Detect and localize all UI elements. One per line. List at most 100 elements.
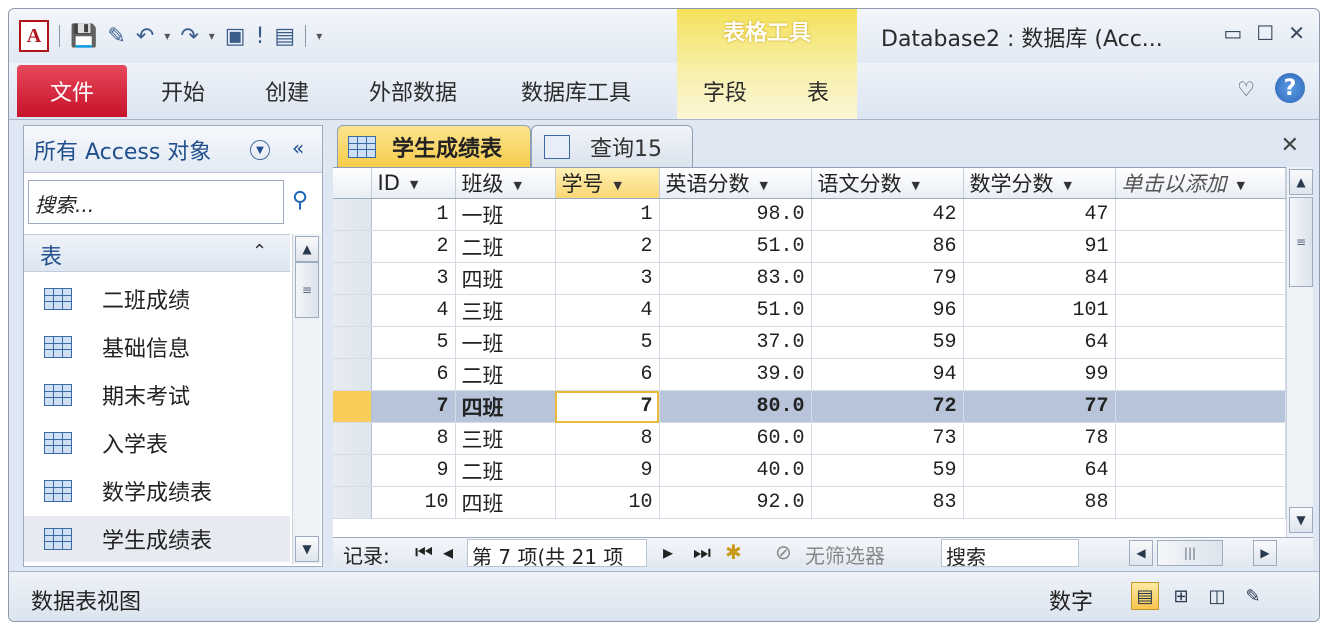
cell-english[interactable]: 80.0 (659, 390, 812, 423)
undo-icon[interactable]: ↶ (136, 24, 154, 49)
scroll-up-icon[interactable]: ▲ (295, 236, 319, 262)
cell-student-no[interactable]: 2 (555, 230, 660, 263)
cell-add[interactable] (1115, 198, 1286, 231)
cell-chinese[interactable]: 42 (811, 198, 964, 231)
undo-dropdown-icon[interactable]: ▾ (164, 29, 170, 43)
table-row[interactable]: 2 二班 2 51.0 86 91 (333, 230, 1286, 263)
design-view-icon[interactable]: ✎ (107, 24, 125, 49)
tab-database-tools[interactable]: 数据库工具 (521, 75, 631, 107)
cell-add[interactable] (1115, 422, 1286, 455)
table-row[interactable]: 6 二班 6 39.0 94 99 (333, 358, 1286, 391)
cell-chinese[interactable]: 79 (811, 262, 964, 295)
cell-add[interactable] (1115, 326, 1286, 359)
tab-fields[interactable]: 字段 (703, 75, 747, 107)
cell-english[interactable]: 51.0 (659, 294, 812, 327)
cell-class[interactable]: 二班 (455, 454, 556, 487)
last-record-icon[interactable]: ⏭ (693, 540, 711, 564)
scroll-thumb[interactable]: ≡ (1289, 197, 1313, 287)
cell-id[interactable]: 3 (371, 262, 456, 295)
nav-item-student-scores[interactable]: 学生成绩表 (24, 516, 290, 562)
cell-student-no[interactable]: 7 (555, 390, 660, 423)
table-row[interactable]: 7 四班 7 80.0 72 77 (333, 390, 1286, 423)
cell-english[interactable]: 40.0 (659, 454, 812, 487)
help-icon[interactable]: ? (1275, 73, 1305, 103)
column-dropdown-icon[interactable]: ▼ (614, 179, 622, 192)
cell-english[interactable]: 60.0 (659, 422, 812, 455)
cell-english[interactable]: 37.0 (659, 326, 812, 359)
hscroll-thumb[interactable]: ||| (1157, 540, 1223, 566)
cell-id[interactable]: 1 (371, 198, 456, 231)
close-icon[interactable]: ✕ (1288, 21, 1305, 45)
cell-chinese[interactable]: 73 (811, 422, 964, 455)
cell-student-no[interactable]: 4 (555, 294, 660, 327)
redo-dropdown-icon[interactable]: ▾ (209, 29, 215, 43)
column-dropdown-icon[interactable]: ▼ (760, 179, 768, 192)
new-record-icon[interactable]: ✱ (725, 540, 742, 564)
tab-student-scores[interactable]: 学生成绩表 (337, 125, 531, 167)
record-selector[interactable] (333, 486, 372, 519)
cell-id[interactable]: 8 (371, 422, 456, 455)
column-header-math[interactable]: 数学分数 ▼ (963, 168, 1116, 199)
cell-id[interactable]: 4 (371, 294, 456, 327)
column-header-add[interactable]: 单击以添加 ▼ (1115, 168, 1286, 199)
shutter-collapse-icon[interactable]: « (292, 136, 304, 160)
cell-chinese[interactable]: 72 (811, 390, 964, 423)
filter-icon[interactable]: ⊘ (775, 540, 792, 564)
scroll-down-icon[interactable]: ▼ (1289, 507, 1313, 533)
cell-student-no[interactable]: 8 (555, 422, 660, 455)
cell-class[interactable]: 四班 (455, 262, 556, 295)
cell-add[interactable] (1115, 230, 1286, 263)
scroll-right-icon[interactable]: ▶ (1253, 540, 1277, 566)
cell-math[interactable]: 47 (963, 198, 1116, 231)
cell-chinese[interactable]: 94 (811, 358, 964, 391)
table-icon[interactable]: ▤ (274, 24, 295, 49)
minimize-icon[interactable]: ▭ (1223, 21, 1242, 45)
filter-status[interactable]: 无筛选器 (805, 540, 885, 569)
cell-student-no[interactable]: 6 (555, 358, 660, 391)
cell-english[interactable]: 39.0 (659, 358, 812, 391)
record-position-field[interactable]: 第 7 项(共 21 项 (467, 539, 647, 567)
column-header-chinese[interactable]: 语文分数 ▼ (811, 168, 964, 199)
next-record-icon[interactable]: ▸ (663, 540, 673, 564)
cell-english[interactable]: 51.0 (659, 230, 812, 263)
cell-math[interactable]: 64 (963, 454, 1116, 487)
table-row[interactable]: 9 二班 9 40.0 59 64 (333, 454, 1286, 487)
record-selector[interactable] (333, 262, 372, 295)
cell-add[interactable] (1115, 390, 1286, 423)
first-record-icon[interactable]: ⏮ (415, 540, 433, 564)
design-view-icon[interactable]: ✎ (1239, 582, 1267, 610)
nav-item-math-scores[interactable]: 数学成绩表 (24, 468, 290, 514)
tab-table[interactable]: 表 (807, 75, 829, 107)
cell-class[interactable]: 二班 (455, 230, 556, 263)
cell-student-no[interactable]: 5 (555, 326, 660, 359)
cell-id[interactable]: 9 (371, 454, 456, 487)
column-header-student-no[interactable]: 学号 ▼ (555, 168, 660, 199)
cell-chinese[interactable]: 59 (811, 326, 964, 359)
column-dropdown-icon[interactable]: ▼ (912, 179, 920, 192)
chevron-up-icon[interactable]: ⌃ (252, 241, 267, 262)
cell-chinese[interactable]: 59 (811, 454, 964, 487)
cell-add[interactable] (1115, 262, 1286, 295)
pivot-chart-view-icon[interactable]: ◫ (1203, 582, 1231, 610)
minimize-ribbon-icon[interactable]: ♡ (1237, 77, 1255, 101)
cell-math[interactable]: 84 (963, 262, 1116, 295)
form-view-icon[interactable]: ▣ (225, 24, 246, 49)
table-row[interactable]: 8 三班 8 60.0 73 78 (333, 422, 1286, 455)
column-dropdown-icon[interactable]: ▼ (1237, 179, 1245, 192)
cell-class[interactable]: 三班 (455, 422, 556, 455)
tab-external-data[interactable]: 外部数据 (369, 75, 457, 107)
record-selector[interactable] (333, 294, 372, 327)
lightbulb-icon[interactable]: ! (256, 24, 265, 49)
save-icon[interactable]: 💾 (70, 24, 97, 49)
cell-id[interactable]: 7 (371, 390, 456, 423)
prev-record-icon[interactable]: ◂ (443, 540, 453, 564)
column-dropdown-icon[interactable]: ▼ (514, 179, 522, 192)
column-dropdown-icon[interactable]: ▼ (410, 178, 418, 191)
cell-class[interactable]: 四班 (455, 390, 556, 423)
tab-home[interactable]: 开始 (161, 75, 205, 107)
nav-scrollbar[interactable]: ▲ ≡ ▼ (292, 234, 321, 564)
column-dropdown-icon[interactable]: ▼ (1064, 179, 1072, 192)
cell-add[interactable] (1115, 358, 1286, 391)
column-header-english[interactable]: 英语分数 ▼ (659, 168, 812, 199)
table-row[interactable]: 10 四班 10 92.0 83 88 (333, 486, 1286, 519)
